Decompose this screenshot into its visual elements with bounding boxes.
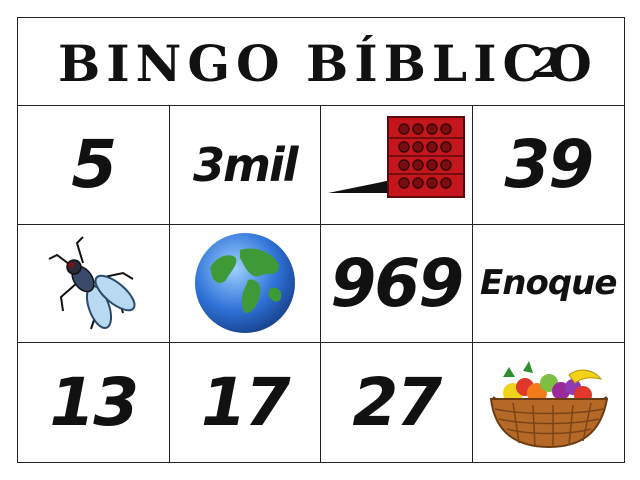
card-number: 2 bbox=[533, 40, 561, 87]
bingo-cell[interactable]: 5 bbox=[18, 106, 170, 225]
globe-icon bbox=[194, 233, 295, 334]
title-bingo: BINGO bbox=[58, 34, 286, 93]
bingo-cell[interactable] bbox=[321, 106, 473, 225]
bingo-cell[interactable]: 13 bbox=[18, 343, 170, 462]
fruit-basket-icon bbox=[490, 360, 609, 448]
cell-number: 3mil bbox=[193, 137, 298, 192]
cell-number: 5 bbox=[71, 126, 117, 204]
cell-number: 969 bbox=[330, 244, 464, 322]
cell-number: 13 bbox=[49, 364, 139, 442]
bingo-grid: 5 3mil 39 969 Enoque 13 17 27 bbox=[18, 106, 624, 462]
brick-wall-icon bbox=[328, 115, 466, 198]
cell-number: Enoque bbox=[480, 263, 617, 304]
card-header: BINGO BÍBLICO 2 bbox=[18, 18, 624, 106]
bingo-cell[interactable]: Enoque bbox=[472, 225, 624, 344]
bingo-cell[interactable] bbox=[169, 224, 321, 344]
bingo-cell[interactable] bbox=[18, 224, 170, 344]
bingo-cell[interactable]: 39 bbox=[472, 106, 624, 225]
bingo-cell[interactable]: 27 bbox=[321, 343, 473, 462]
cell-number: 17 bbox=[200, 364, 291, 442]
bingo-cell[interactable] bbox=[473, 343, 625, 462]
cell-number: 39 bbox=[504, 126, 594, 204]
bingo-cell[interactable]: 3mil bbox=[169, 106, 321, 225]
bingo-cell[interactable]: 17 bbox=[170, 343, 321, 462]
bingo-cell[interactable]: 969 bbox=[321, 224, 473, 344]
cell-number: 27 bbox=[352, 364, 442, 442]
bingo-card: BINGO BÍBLICO 2 5 3mil 39 969 Enoque 13 … bbox=[17, 17, 625, 463]
fly-icon bbox=[48, 236, 136, 330]
